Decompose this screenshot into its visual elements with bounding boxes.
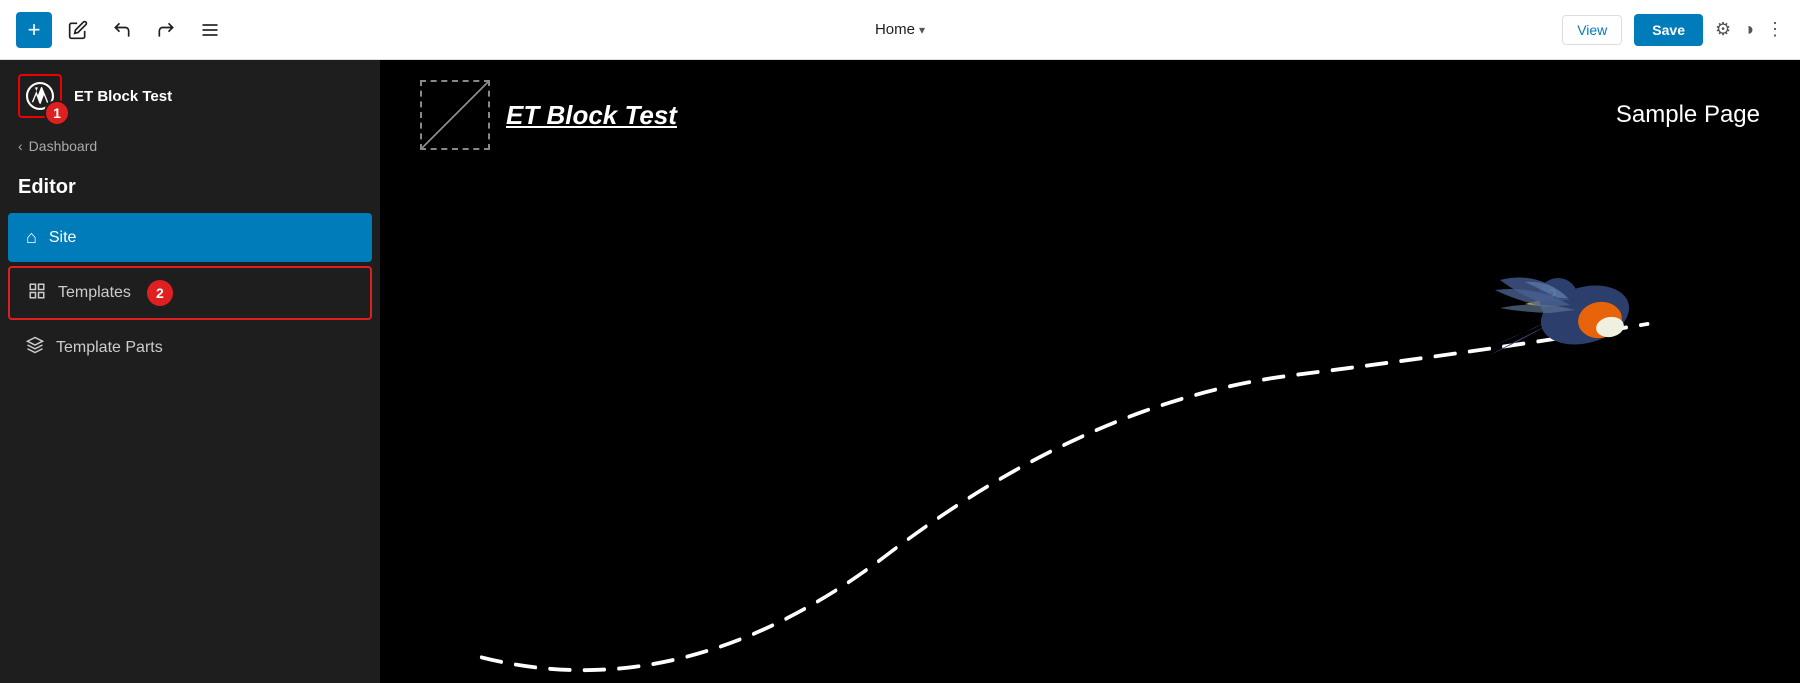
dashboard-link[interactable]: ‹ Dashboard — [0, 132, 380, 168]
toolbar-center: Home ▾ — [875, 21, 925, 38]
edit-tool-button[interactable] — [60, 12, 96, 48]
main-area: 1 ET Block Test ‹ Dashboard Editor ⌂ Sit… — [0, 60, 1800, 683]
templates-icon — [28, 282, 46, 305]
canvas-site-name: ET Block Test — [506, 100, 677, 131]
sidebar-header: 1 ET Block Test — [0, 60, 380, 132]
canvas-nav-item: Sample Page — [1616, 101, 1760, 129]
home-button[interactable]: Home ▾ — [875, 21, 925, 38]
chevron-left-icon: ‹ — [18, 138, 23, 154]
canvas-header: ET Block Test Sample Page — [380, 60, 1800, 170]
wp-logo-wrapper: 1 — [18, 74, 62, 118]
home-label: Home — [875, 21, 915, 38]
dashboard-label: Dashboard — [29, 138, 98, 154]
view-button[interactable]: View — [1562, 15, 1622, 45]
toolbar-left: + — [16, 12, 228, 48]
editor-label: Editor — [0, 168, 380, 211]
home-nav-icon: ⌂ — [26, 227, 37, 248]
sidebar: 1 ET Block Test ‹ Dashboard Editor ⌂ Sit… — [0, 60, 380, 683]
bird-svg — [1480, 230, 1680, 390]
template-parts-icon — [26, 336, 44, 359]
redo-button[interactable] — [148, 12, 184, 48]
toolbar: + Hom — [0, 0, 1800, 60]
contrast-icon[interactable]: ◑ — [1743, 19, 1754, 40]
toolbar-right: View Save ⚙ ◑ ⋮ — [1562, 14, 1784, 46]
list-view-button[interactable] — [192, 12, 228, 48]
chevron-down-icon: ▾ — [919, 23, 925, 37]
sidebar-item-template-parts[interactable]: Template Parts — [8, 324, 372, 371]
badge-1: 1 — [44, 100, 70, 126]
canvas-header-left: ET Block Test — [420, 80, 677, 150]
sidebar-item-template-parts-label: Template Parts — [56, 339, 163, 357]
bird-container — [1480, 230, 1680, 390]
sidebar-item-templates[interactable]: Templates 2 — [8, 266, 372, 320]
site-logo-placeholder — [420, 80, 490, 150]
more-options-icon[interactable]: ⋮ — [1766, 19, 1784, 40]
site-title: ET Block Test — [74, 88, 172, 105]
sidebar-item-site-label: Site — [49, 229, 77, 247]
canvas: ET Block Test Sample Page — [380, 60, 1800, 683]
sidebar-item-site[interactable]: ⌂ Site — [8, 213, 372, 262]
add-block-button[interactable]: + — [16, 12, 52, 48]
undo-button[interactable] — [104, 12, 140, 48]
save-button[interactable]: Save — [1634, 14, 1703, 46]
canvas-content — [380, 170, 1800, 683]
badge-2: 2 — [147, 280, 173, 306]
settings-icon[interactable]: ⚙ — [1715, 19, 1731, 40]
sidebar-item-templates-label: Templates — [58, 284, 131, 302]
